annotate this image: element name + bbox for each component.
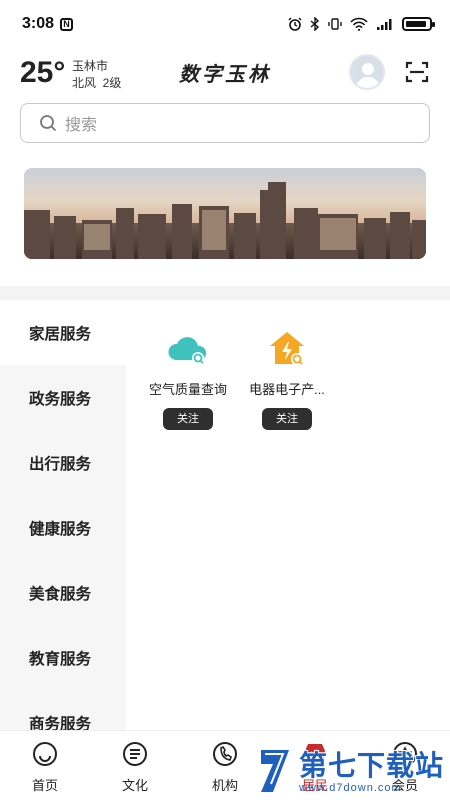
sidebar-item-education-services[interactable]: 教育服务 bbox=[0, 625, 126, 690]
sidebar-item-label: 出行服务 bbox=[29, 455, 92, 473]
status-icons bbox=[288, 17, 435, 31]
sidebar-item-home-services[interactable]: 家居服务 bbox=[0, 300, 126, 365]
tab-label: 文化 bbox=[121, 778, 148, 793]
alarm-icon bbox=[288, 17, 302, 31]
watermark: 第七下载站 www.d7down.com bbox=[255, 744, 450, 800]
follow-button[interactable]: 关注 bbox=[163, 408, 213, 430]
bluetooth-icon bbox=[310, 17, 320, 31]
sidebar-item-travel-services[interactable]: 出行服务 bbox=[0, 430, 126, 495]
sidebar-item-food-services[interactable]: 美食服务 bbox=[0, 560, 126, 625]
search-placeholder: 搜索 bbox=[65, 117, 98, 134]
sidebar-item-label: 商务服务 bbox=[29, 715, 92, 731]
status-left: 3:08 N bbox=[22, 15, 74, 33]
status-bar: 3:08 N bbox=[0, 0, 450, 48]
service-air-quality[interactable]: 空气质量查询 关注 bbox=[138, 328, 238, 430]
watermark-title: 第七下载站 bbox=[299, 750, 445, 781]
avatar-body bbox=[356, 77, 380, 88]
battery-icon bbox=[402, 17, 435, 31]
sidebar-item-label: 政务服务 bbox=[29, 390, 92, 408]
banner-image[interactable] bbox=[24, 168, 426, 259]
house-bolt-icon bbox=[270, 332, 304, 365]
home-icon bbox=[33, 742, 57, 766]
avatar-head bbox=[362, 63, 374, 75]
tab-label: 首页 bbox=[31, 778, 58, 793]
section-divider bbox=[0, 286, 450, 300]
follow-button[interactable]: 关注 bbox=[262, 408, 312, 430]
vibrate-icon bbox=[328, 18, 342, 30]
city-skyline-image bbox=[24, 168, 426, 259]
category-sidebar: 家居服务 政务服务 出行服务 健康服务 美食服务 教育服务 商务服务 bbox=[0, 300, 126, 730]
sidebar-item-label: 美食服务 bbox=[29, 585, 92, 603]
service-electronics[interactable]: 电器电子产... 关注 bbox=[237, 328, 337, 430]
sidebar-item-health-services[interactable]: 健康服务 bbox=[0, 495, 126, 560]
watermark-logo bbox=[261, 750, 289, 792]
sidebar-item-label: 健康服务 bbox=[29, 520, 92, 538]
header: 25° 玉林市 北风 2级 数字玉林 bbox=[0, 48, 450, 98]
culture-icon bbox=[123, 742, 147, 766]
sidebar-item-business-services[interactable]: 商务服务 bbox=[0, 690, 126, 731]
watermark-url: www.d7down.com bbox=[299, 782, 402, 794]
service-label: 电器电子产... bbox=[249, 382, 325, 397]
search-input[interactable]: 搜索 bbox=[20, 103, 430, 143]
sidebar-item-label: 家居服务 bbox=[29, 325, 92, 343]
tab-culture[interactable]: 文化 bbox=[90, 731, 180, 800]
phone-icon bbox=[213, 742, 237, 766]
wifi-icon bbox=[350, 17, 368, 31]
cloud-icon bbox=[168, 337, 207, 364]
tab-label: 机构 bbox=[211, 778, 238, 793]
search-icon bbox=[40, 115, 57, 132]
service-label: 空气质量查询 bbox=[148, 382, 227, 397]
services-panel: 空气质量查询 关注 电器电子产... 关注 bbox=[126, 300, 450, 730]
scan-icon[interactable] bbox=[405, 61, 429, 83]
nfc-icon: N bbox=[60, 17, 74, 31]
sidebar-item-government-services[interactable]: 政务服务 bbox=[0, 365, 126, 430]
status-time: 3:08 bbox=[22, 15, 55, 32]
sidebar-item-label: 教育服务 bbox=[29, 650, 92, 668]
signal-icon bbox=[377, 19, 392, 30]
tab-home[interactable]: 首页 bbox=[0, 731, 90, 800]
avatar[interactable] bbox=[349, 54, 385, 90]
